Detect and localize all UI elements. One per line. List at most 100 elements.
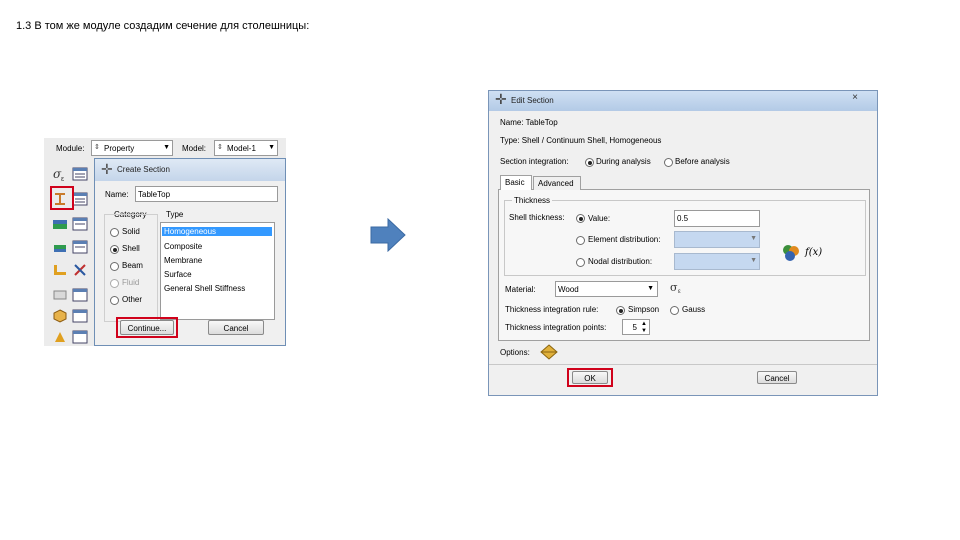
- gauss-label: Gauss: [682, 305, 706, 314]
- simpson-label: Simpson: [628, 305, 660, 314]
- options-label: Options:: [500, 348, 530, 357]
- skin-manager-icon[interactable]: [72, 287, 88, 303]
- type-item-surface[interactable]: Surface: [164, 270, 192, 279]
- chevron-down-icon: ▼: [647, 285, 654, 292]
- during-analysis-label: During analysis: [596, 157, 651, 166]
- name-input[interactable]: TableTop: [135, 186, 278, 202]
- beam-profile-icon[interactable]: [52, 239, 68, 255]
- type-label: Type: [166, 210, 184, 219]
- create-section-highlight: [50, 186, 74, 210]
- category-other-label: Other: [122, 295, 143, 304]
- section-integration-label: Section integration:: [500, 157, 569, 166]
- thickness-value-input[interactable]: 0.5: [674, 210, 760, 227]
- spin-icon: ⇕: [94, 144, 100, 151]
- category-fluid-label: Fluid: [122, 278, 140, 287]
- analytical-field-icon[interactable]: [781, 243, 801, 263]
- model-combo[interactable]: ⇕ Model-1 ▼: [214, 140, 278, 156]
- chevron-down-icon: ▼: [163, 144, 170, 151]
- module-combo[interactable]: ⇕ Property ▼: [91, 140, 173, 156]
- category-other-radio[interactable]: [110, 296, 119, 305]
- nodal-distribution-select: ▼: [674, 253, 760, 270]
- svg-text:σ: σ: [670, 281, 678, 294]
- orientation-icon[interactable]: [52, 329, 68, 345]
- type-list[interactable]: Homogeneous Composite Membrane Surface G…: [160, 222, 275, 320]
- type-item-general-shell-stiffness[interactable]: General Shell Stiffness: [164, 284, 245, 293]
- edit-section-titlebar: ✛ Edit Section ×: [489, 91, 877, 111]
- category-fluid-radio: [110, 279, 119, 288]
- category-beam-radio[interactable]: [110, 262, 119, 271]
- composite-layup-icon[interactable]: [52, 308, 68, 324]
- model-label: Model:: [182, 144, 207, 153]
- profile-manager-icon[interactable]: [72, 239, 88, 255]
- category-beam-label: Beam: [122, 261, 143, 270]
- create-section-title: Create Section: [117, 165, 170, 174]
- orientation-manager-icon[interactable]: [72, 329, 88, 345]
- section-manager-icon[interactable]: [72, 191, 88, 207]
- model-value: Model-1: [227, 144, 256, 153]
- create-material-icon[interactable]: σε: [670, 280, 684, 294]
- module-label: Module:: [56, 144, 85, 153]
- assign-section-icon[interactable]: [52, 216, 68, 232]
- value-option-label: Value:: [588, 214, 611, 223]
- name-label: Name:: [105, 190, 129, 199]
- type-item-membrane[interactable]: Membrane: [164, 256, 202, 265]
- category-solid-radio[interactable]: [110, 228, 119, 237]
- thickness-points-value: 5: [632, 323, 637, 332]
- category-shell-label: Shell: [122, 244, 140, 253]
- close-icon[interactable]: ×: [841, 92, 869, 106]
- thickness-group-label: Thickness: [512, 196, 553, 205]
- element-distribution-radio[interactable]: [576, 236, 585, 245]
- tab-advanced[interactable]: Advanced: [533, 176, 581, 190]
- section-type-line: Type: Shell / Continuum Shell, Homogeneo…: [500, 136, 662, 145]
- fx-label: f(x): [805, 247, 823, 258]
- material-label: Material:: [505, 285, 536, 294]
- spin-icon: ⇕: [217, 144, 223, 151]
- thickness-points-label: Thickness integration points:: [505, 323, 607, 332]
- before-analysis-radio[interactable]: [664, 158, 673, 167]
- tab-basic[interactable]: Basic: [500, 175, 532, 190]
- type-item-homogeneous[interactable]: Homogeneous: [162, 227, 272, 236]
- during-analysis-radio[interactable]: [585, 158, 594, 167]
- shell-thickness-label: Shell thickness:: [509, 213, 565, 222]
- create-section-titlebar: ✛ Create Section: [95, 159, 285, 181]
- edit-section-title: Edit Section: [511, 96, 554, 105]
- simpson-radio[interactable]: [616, 306, 625, 315]
- thickness-value-radio[interactable]: [576, 214, 585, 223]
- chevron-down-icon: ▼: [750, 257, 757, 264]
- move-icon: ✛: [101, 161, 113, 177]
- gauss-radio[interactable]: [670, 306, 679, 315]
- layup-manager-icon[interactable]: [72, 308, 88, 324]
- thickness-rule-label: Thickness integration rule:: [505, 305, 599, 314]
- element-distribution-label: Element distribution:: [588, 235, 661, 244]
- material-manager-icon[interactable]: [72, 166, 88, 182]
- material-icon[interactable]: σε: [52, 166, 68, 182]
- chevron-down-icon: ▼: [268, 144, 275, 151]
- thickness-points-stepper[interactable]: 5 ▲ ▼: [622, 319, 650, 335]
- nodal-distribution-label: Nodal distribution:: [588, 257, 653, 266]
- svg-text:ε: ε: [61, 176, 64, 182]
- cancel-button[interactable]: Cancel: [208, 320, 264, 335]
- section-options-icon[interactable]: [540, 344, 558, 360]
- edit-cancel-button[interactable]: Cancel: [757, 371, 797, 384]
- module-value: Property: [104, 144, 135, 153]
- move-icon: ✛: [495, 91, 507, 107]
- category-solid-label: Solid: [122, 227, 140, 236]
- beam-section-orientation-icon[interactable]: [52, 262, 68, 278]
- spin-icon: ▲ ▼: [641, 321, 647, 334]
- material-select[interactable]: Wood ▼: [555, 281, 658, 297]
- element-distribution-select: ▼: [674, 231, 760, 248]
- category-shell-radio[interactable]: [110, 245, 119, 254]
- ok-highlight: [567, 368, 613, 387]
- before-analysis-label: Before analysis: [675, 157, 730, 166]
- section-assignment-manager-icon[interactable]: [72, 216, 88, 232]
- chevron-down-icon: ▼: [750, 235, 757, 242]
- type-item-composite[interactable]: Composite: [164, 242, 202, 251]
- section-name-line: Name: TableTop: [500, 118, 558, 127]
- right-arrow-icon: [370, 218, 406, 252]
- skin-icon[interactable]: [52, 287, 68, 303]
- normal-direction-icon[interactable]: [72, 262, 88, 278]
- material-value: Wood: [558, 285, 579, 294]
- slide-title: 1.3 В том же модуле создадим сечение для…: [16, 20, 310, 32]
- svg-text:ε: ε: [678, 289, 681, 294]
- nodal-distribution-radio[interactable]: [576, 258, 585, 267]
